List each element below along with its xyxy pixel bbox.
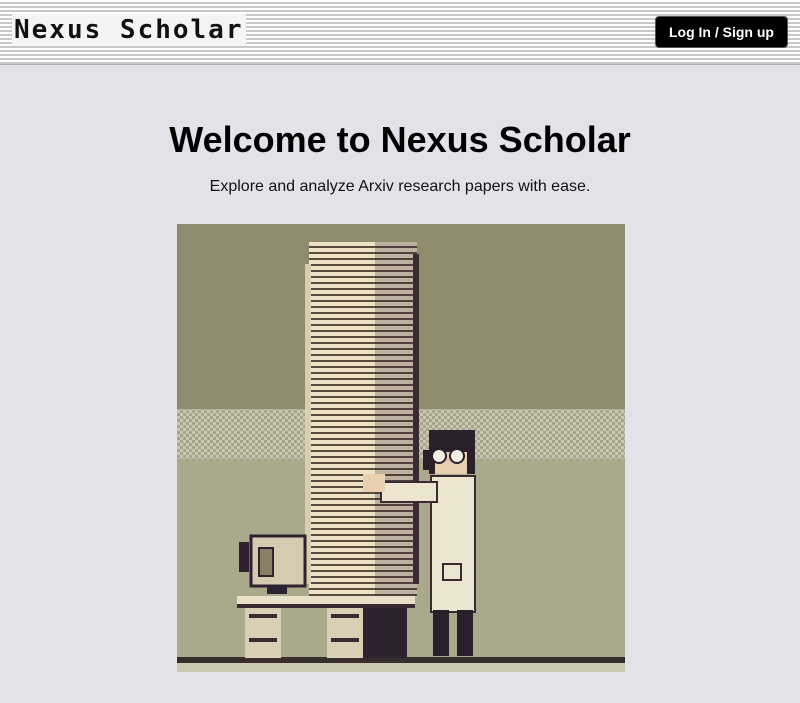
- page-subtitle: Explore and analyze Arxiv research paper…: [209, 178, 591, 195]
- login-signup-button[interactable]: Log In / Sign up: [655, 16, 788, 48]
- scientist-with-paper-stack-illustration: [177, 224, 625, 672]
- site-logo[interactable]: Nexus Scholar: [12, 14, 246, 46]
- hero-illustration: [177, 224, 625, 672]
- page-title: Welcome to Nexus Scholar: [169, 119, 631, 160]
- top-bar: Nexus Scholar Log In / Sign up: [0, 0, 800, 65]
